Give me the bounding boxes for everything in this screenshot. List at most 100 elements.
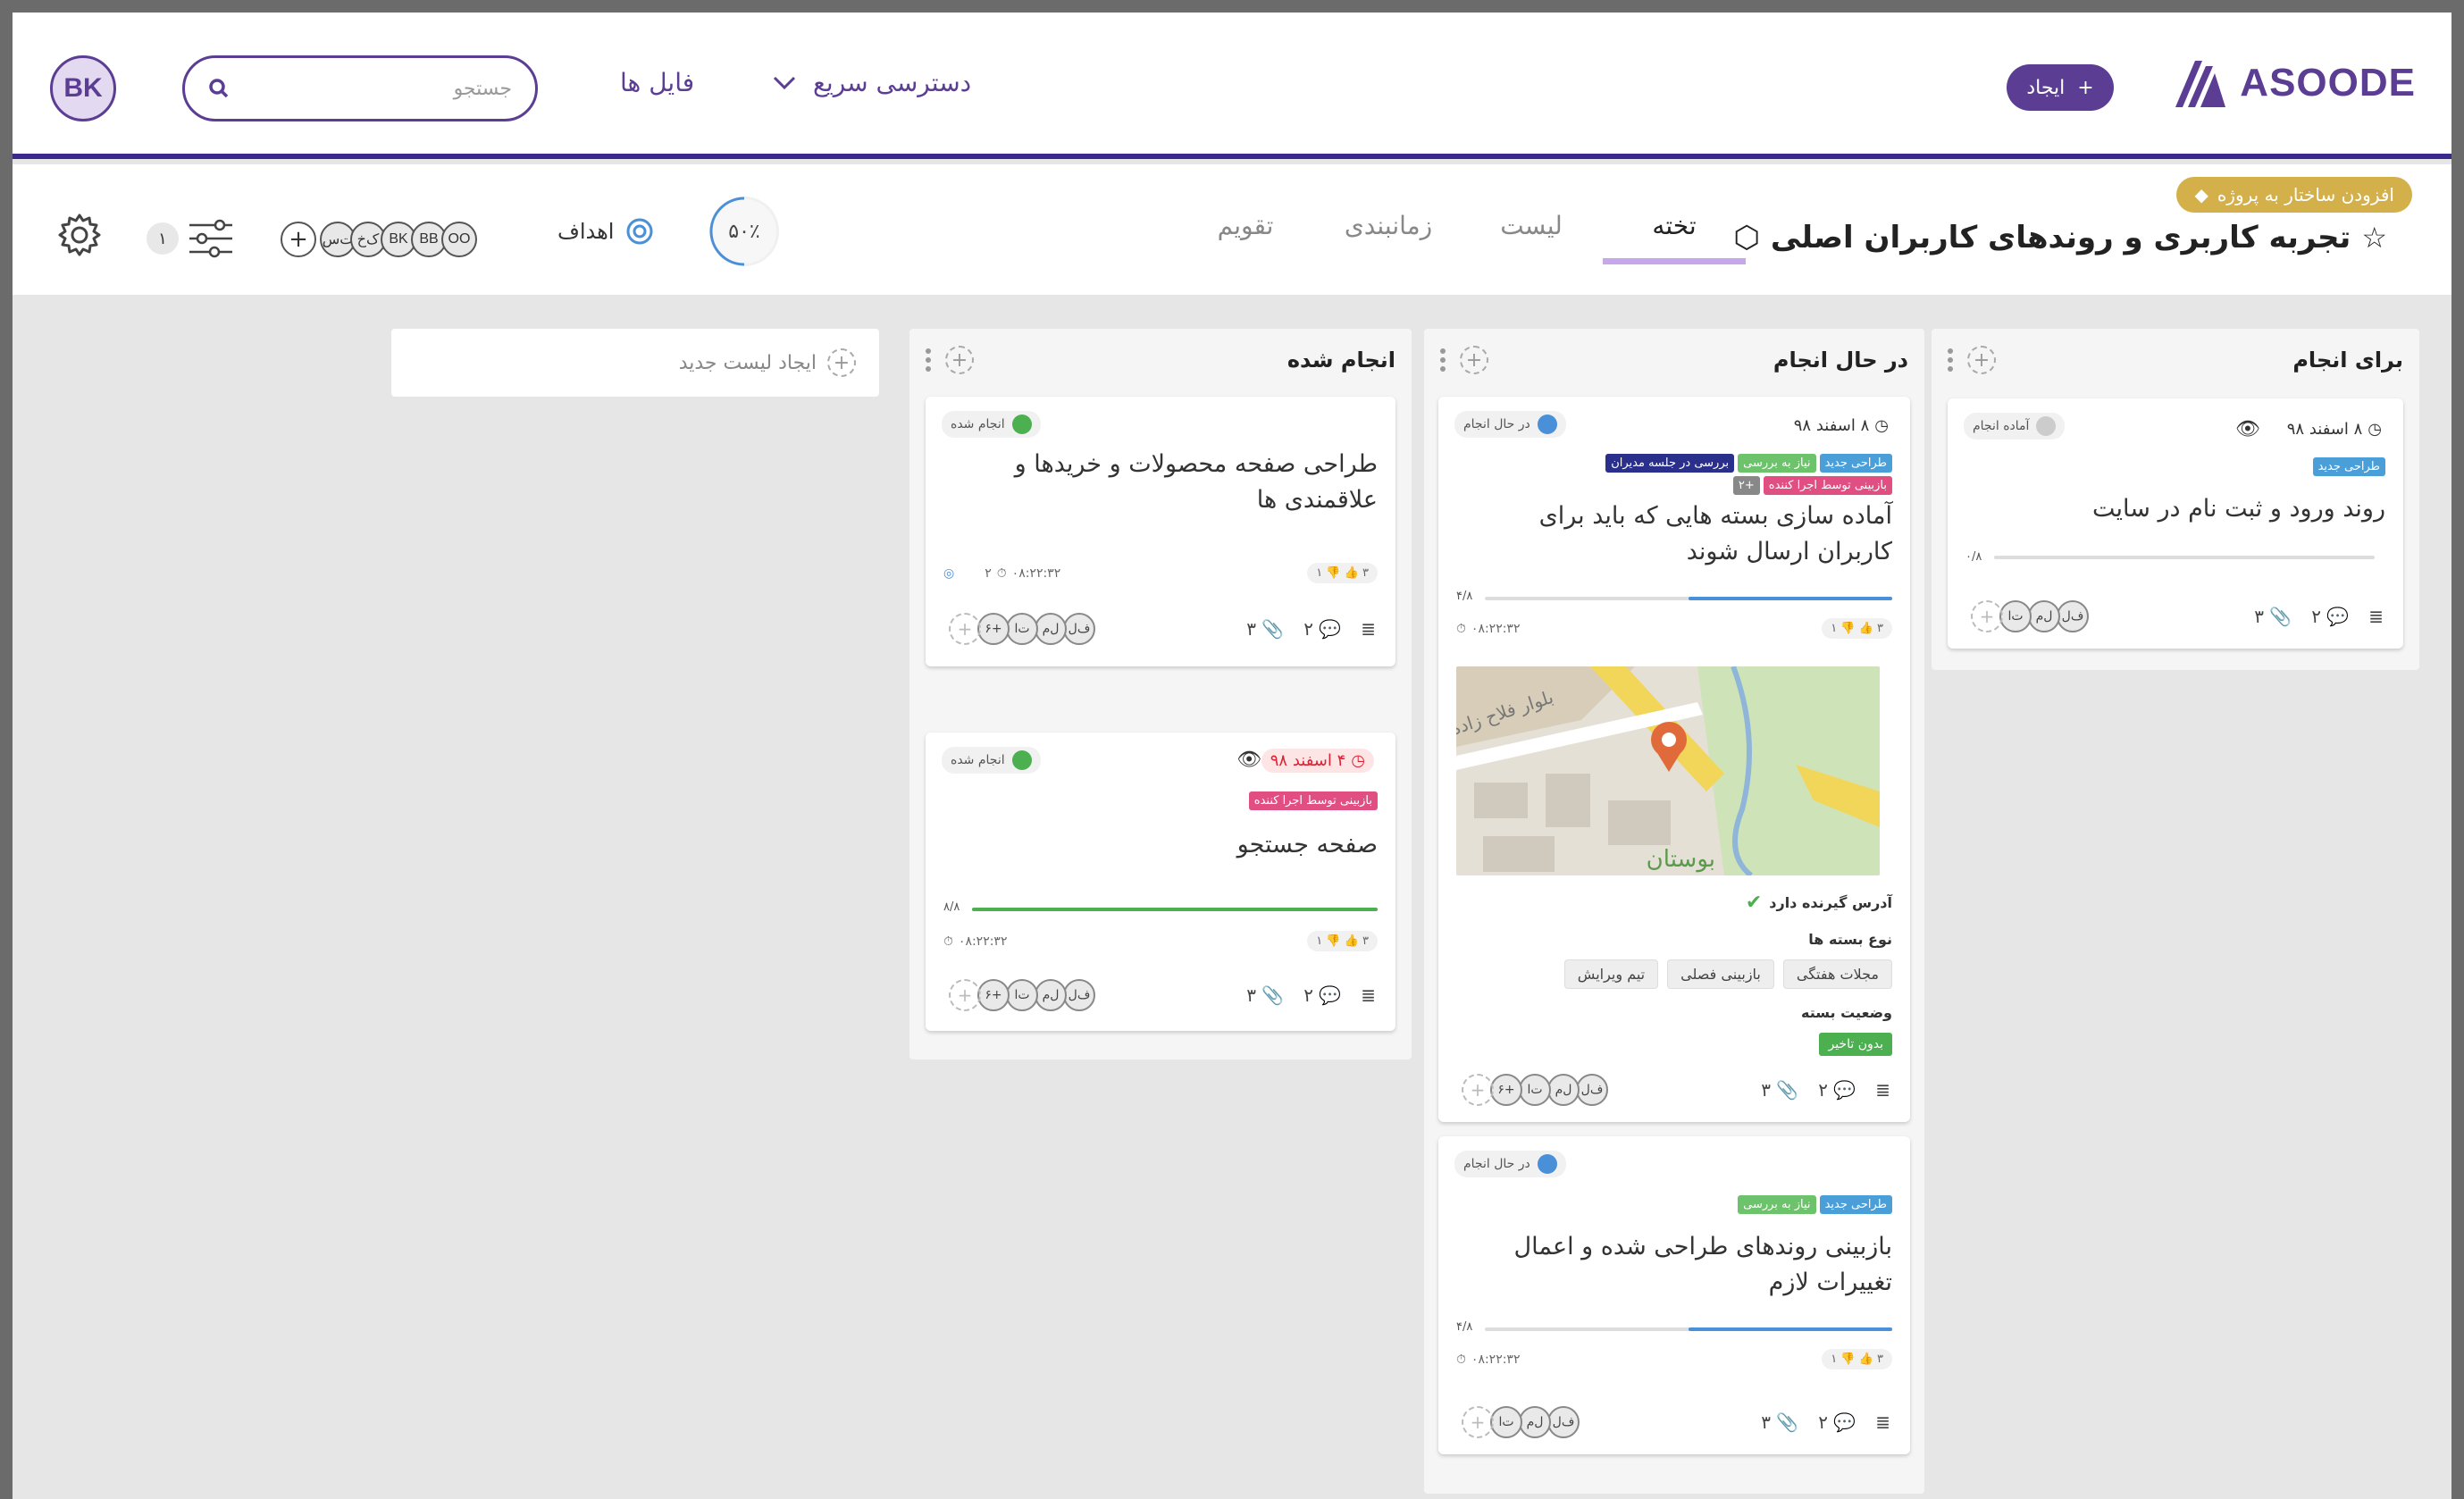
new-list-button[interactable]: ایجاد لیست جدید + bbox=[391, 329, 879, 397]
reactions[interactable]: ۳ 👍 👎 ۱ bbox=[1822, 1349, 1892, 1369]
assignee-avatar[interactable]: ل‌م bbox=[1547, 1074, 1580, 1106]
task-card[interactable]: انجام شده طراحی صفحه محصولات و خریدها و … bbox=[926, 397, 1395, 666]
timer[interactable]: ۰۸:۲۲:۳۲ ⏱ ۲ ◎ bbox=[943, 566, 1060, 581]
add-card-icon[interactable]: + bbox=[1460, 346, 1488, 374]
status-dot-icon bbox=[1537, 1154, 1557, 1174]
eye-icon[interactable]: 👁 bbox=[1236, 749, 1261, 771]
more-icon[interactable] bbox=[1948, 348, 1953, 372]
member-avatar[interactable]: OO bbox=[441, 222, 477, 257]
assignee-avatar[interactable]: ت‌ا bbox=[1519, 1074, 1551, 1106]
add-card-icon[interactable]: + bbox=[1967, 346, 1996, 374]
progress-fill bbox=[1689, 1327, 1892, 1331]
task-card[interactable]: در حال انجام ◷ ۸ اسفند ۹۸ طراحی جدید نیاز… bbox=[1438, 397, 1910, 1122]
comments-count[interactable]: 💬 ۲ bbox=[2311, 606, 2349, 627]
attachments-count[interactable]: 📎 ۳ bbox=[1761, 1411, 1798, 1433]
card-footer: ≣ 💬 ۲ 📎 ۳ + ت‌ا ل‌م ف‌ل bbox=[1962, 600, 2384, 632]
assignee-avatar[interactable]: ل‌م bbox=[1035, 979, 1067, 1011]
map-preview[interactable]: بلوار فلاح زاده بوستان bbox=[1456, 666, 1880, 875]
project-progress[interactable]: ۵۰٪ bbox=[709, 197, 779, 266]
project-members[interactable]: + ت‌س ک‌خ BK BB OO bbox=[281, 222, 477, 257]
goals-button[interactable]: اهداف bbox=[557, 218, 653, 245]
add-card-icon[interactable]: + bbox=[945, 346, 974, 374]
attachments-value: ۳ bbox=[1246, 618, 1256, 640]
eye-icon[interactable]: 👁 bbox=[2235, 418, 2260, 440]
comments-count[interactable]: 💬 ۲ bbox=[1818, 1411, 1856, 1433]
more-icon[interactable] bbox=[1440, 348, 1446, 372]
tag-more[interactable]: +۲ bbox=[1732, 476, 1760, 495]
task-card[interactable]: در حال انجام طراحی جدید نیاز به بررسی با… bbox=[1438, 1136, 1910, 1454]
assignee-avatar[interactable]: ت‌ا bbox=[1006, 613, 1038, 645]
status-dot-icon bbox=[1537, 415, 1557, 434]
add-assignee-icon[interactable]: + bbox=[949, 613, 981, 645]
assignee-avatar[interactable]: ت‌ا bbox=[1006, 979, 1038, 1011]
timer[interactable]: ۰۸:۲۲:۳۲ ⏱ bbox=[943, 934, 1007, 949]
timer-value: ۰۸:۲۲:۳۲ bbox=[958, 934, 1008, 949]
assignee-avatar[interactable]: ل‌م bbox=[1519, 1406, 1551, 1438]
status-label: انجام شده bbox=[951, 417, 1005, 431]
assignee-avatar[interactable]: ف‌ل bbox=[1576, 1074, 1608, 1106]
project-title-text: تجربه کاربری و روندهای کاربران اصلی bbox=[1770, 220, 2351, 255]
address-field: آدرس گیرنده دارد ✔ bbox=[1746, 892, 1892, 914]
add-member-icon[interactable]: + bbox=[281, 222, 316, 257]
package-status-label: وضعیت بسته bbox=[1801, 1004, 1892, 1021]
task-card[interactable]: انجام شده ◷ ۴ اسفند ۹۸ 👁 بازبینی توسط اجر… bbox=[926, 733, 1395, 1031]
tag-list: طراحی جدید نیاز به بررسی بررسی در جلسه م… bbox=[1481, 454, 1892, 495]
quick-access-menu[interactable]: دسترسی سریع bbox=[772, 68, 971, 97]
progress-bar bbox=[1485, 1327, 1892, 1331]
timer-value: ۰۸:۲۲:۳۲ bbox=[1471, 622, 1521, 636]
assignee-avatar[interactable]: ف‌ل bbox=[2057, 600, 2089, 632]
assignee-avatar[interactable]: +۶ bbox=[1490, 1074, 1522, 1106]
filter-button[interactable]: ۱ bbox=[147, 218, 234, 259]
tab-list[interactable]: لیست bbox=[1460, 211, 1603, 264]
add-assignee-icon[interactable]: + bbox=[1462, 1406, 1494, 1438]
upgrade-badge[interactable]: ◆ افزودن ساختار به پروژه bbox=[2176, 177, 2412, 213]
reactions[interactable]: ۳ 👍 👎 ۱ bbox=[1822, 618, 1892, 639]
assignee-avatar[interactable]: +۶ bbox=[977, 979, 1010, 1011]
assignee-avatar[interactable]: ف‌ل bbox=[1547, 1406, 1580, 1438]
task-card[interactable]: آماده انجام ◷ ۸ اسفند ۹۸ 👁 طراحی جدید روند… bbox=[1948, 398, 2403, 649]
create-button[interactable]: ایجاد + bbox=[2007, 64, 2114, 111]
files-link[interactable]: فایل ها bbox=[620, 68, 694, 97]
tab-timeline[interactable]: زمانبندی bbox=[1317, 211, 1460, 264]
assignee-avatar[interactable]: ل‌م bbox=[2028, 600, 2060, 632]
assignee-avatar[interactable]: ت‌ا bbox=[1999, 600, 2032, 632]
tab-calendar[interactable]: تقویم bbox=[1174, 211, 1317, 264]
add-assignee-icon[interactable]: + bbox=[1462, 1074, 1494, 1106]
tab-board[interactable]: تخته bbox=[1603, 211, 1746, 264]
timer[interactable]: ۰۸:۲۲:۳۲ ⏱ bbox=[1456, 1352, 1520, 1367]
assignee-avatar[interactable]: +۶ bbox=[977, 613, 1010, 645]
progress-fill bbox=[1689, 597, 1892, 600]
more-icon[interactable] bbox=[926, 348, 931, 372]
assignee-avatar[interactable]: ل‌م bbox=[1035, 613, 1067, 645]
comments-count[interactable]: 💬 ۲ bbox=[1818, 1079, 1856, 1101]
package-type-chip: بازبینی فصلی bbox=[1667, 959, 1774, 989]
assignee-avatar[interactable]: ف‌ل bbox=[1063, 613, 1095, 645]
reactions[interactable]: ۳ 👍 👎 ۱ bbox=[1307, 931, 1378, 951]
user-avatar[interactable]: BK bbox=[50, 55, 116, 121]
assignee-avatar[interactable]: ف‌ل bbox=[1063, 979, 1095, 1011]
clock-icon: ◷ bbox=[2368, 420, 2382, 439]
attachments-count[interactable]: 📎 ۳ bbox=[1246, 984, 1284, 1006]
assignee-avatar[interactable]: ت‌ا bbox=[1490, 1406, 1522, 1438]
diamond-icon: ◆ bbox=[2194, 184, 2208, 205]
attachments-count[interactable]: 📎 ۳ bbox=[2254, 606, 2292, 627]
comments-count[interactable]: 💬 ۲ bbox=[1303, 618, 1341, 640]
create-label: ایجاد bbox=[2026, 76, 2066, 99]
filter-count: ۱ bbox=[147, 222, 179, 255]
star-icon[interactable]: ☆ bbox=[2361, 221, 2387, 255]
reactions[interactable]: ۳ 👍 👎 ۱ bbox=[1307, 563, 1378, 583]
add-assignee-icon[interactable]: + bbox=[949, 979, 981, 1011]
package-status-value: بدون تاخیر bbox=[1819, 1033, 1892, 1056]
package-type-chip: تیم ویرایش bbox=[1563, 959, 1659, 989]
attachments-count[interactable]: 📎 ۳ bbox=[1761, 1079, 1798, 1101]
attachments-count[interactable]: 📎 ۳ bbox=[1246, 618, 1284, 640]
logo[interactable]: ASOODE bbox=[2172, 57, 2416, 109]
settings-icon[interactable] bbox=[57, 213, 102, 257]
add-assignee-icon[interactable]: + bbox=[1971, 600, 2003, 632]
description-icon: ≣ bbox=[1361, 984, 1376, 1006]
search-input[interactable]: جستجو bbox=[182, 55, 538, 121]
comments-count[interactable]: 💬 ۲ bbox=[1303, 984, 1341, 1006]
comments-value: ۲ bbox=[1303, 618, 1313, 640]
dislikes-value: ۱ bbox=[1831, 622, 1838, 635]
timer[interactable]: ۰۸:۲۲:۳۲ ⏱ bbox=[1456, 622, 1520, 636]
